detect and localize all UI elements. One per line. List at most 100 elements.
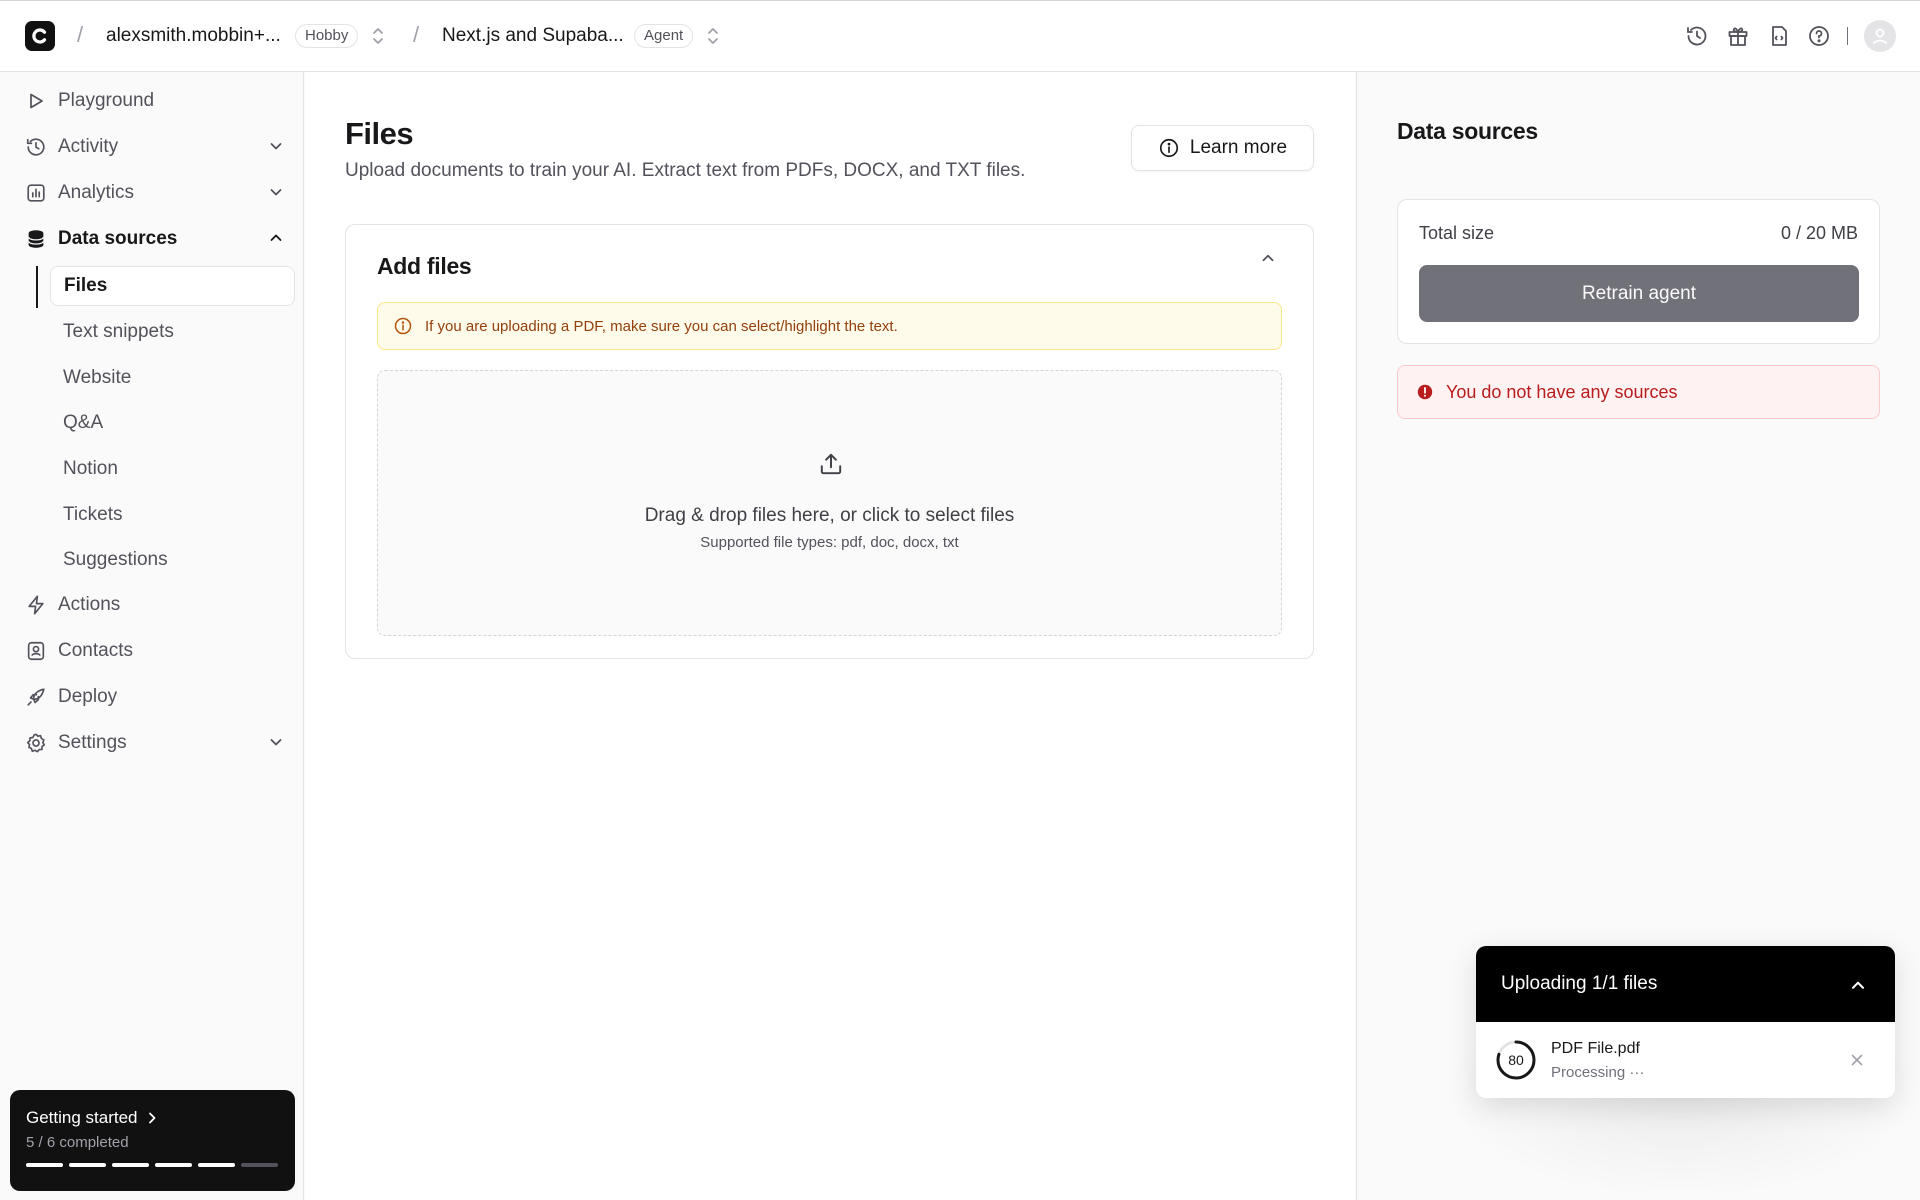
sidebar-item-data-sources[interactable]: Data sources [24, 221, 284, 257]
contact-icon [24, 639, 48, 663]
no-sources-alert: You do not have any sources [1397, 365, 1880, 419]
chevron-up-icon[interactable] [1259, 249, 1277, 267]
gear-icon [24, 731, 48, 755]
total-size-card: Total size 0 / 20 MB Retrain agent [1397, 199, 1880, 344]
plan-badge: Hobby [295, 24, 359, 48]
sidebar-subitem-website[interactable]: Website [50, 358, 295, 398]
sidebar-item-settings[interactable]: Settings [24, 725, 284, 761]
sidebar-item-playground[interactable]: Playground [24, 83, 284, 119]
sidebar-item-label: Contacts [58, 640, 133, 661]
help-icon[interactable] [1805, 22, 1833, 50]
bolt-icon [24, 593, 48, 617]
progress-segment [155, 1163, 192, 1167]
sidebar: Playground Activity Analytics Data sourc… [0, 72, 304, 1200]
info-icon [394, 317, 412, 335]
learn-more-button[interactable]: Learn more [1131, 125, 1314, 171]
page-description: Upload documents to train your AI. Extra… [345, 160, 1026, 181]
top-bar: / alexsmith.mobbin+... Hobby / Next.js a… [0, 0, 1920, 72]
chevron-up-icon[interactable] [1849, 976, 1867, 994]
history-icon [24, 135, 48, 159]
getting-started-progress: 5 / 6 completed [26, 1134, 129, 1151]
pdf-warning: If you are uploading a PDF, make sure yo… [377, 302, 1282, 350]
sidebar-subitem-suggestions[interactable]: Suggestions [50, 540, 295, 580]
changelog-icon[interactable] [1683, 22, 1711, 50]
learn-more-label: Learn more [1189, 137, 1288, 158]
sidebar-item-label: Playground [58, 90, 155, 111]
panel-title: Data sources [1397, 118, 1538, 144]
alert-text: You do not have any sources [1446, 381, 1678, 402]
upload-header-label: Uploading 1/1 files [1501, 973, 1658, 994]
progress-segment [26, 1163, 63, 1167]
progress-segment [112, 1163, 149, 1167]
close-icon[interactable] [1849, 1052, 1865, 1068]
sidebar-subitem-tickets[interactable]: Tickets [50, 495, 295, 535]
chevron-down-icon[interactable] [268, 184, 284, 200]
sidebar-item-label: Deploy [58, 686, 118, 707]
chevron-right-icon [148, 1112, 155, 1124]
sidebar-item-contacts[interactable]: Contacts [24, 633, 284, 669]
warning-text: If you are uploading a PDF, make sure yo… [425, 317, 898, 335]
sidebar-item-activity[interactable]: Activity [24, 129, 284, 165]
docs-icon[interactable] [1765, 22, 1793, 50]
upload-header[interactable]: Uploading 1/1 files [1476, 946, 1895, 1022]
chevron-down-icon[interactable] [268, 734, 284, 750]
total-size-value: 0 / 20 MB [1780, 223, 1858, 243]
database-icon [24, 227, 48, 251]
sidebar-item-label: Analytics [58, 182, 135, 203]
sidebar-item-label: Settings [58, 732, 127, 753]
project-switcher-icon[interactable] [706, 26, 720, 46]
info-icon [1159, 138, 1178, 158]
upload-file-row: 80 PDF File.pdf Processing ··· [1476, 1022, 1895, 1098]
main-content: Files Upload documents to train your AI.… [305, 72, 1355, 1200]
progress-segment [241, 1163, 278, 1167]
sidebar-item-label: Activity [58, 136, 119, 157]
file-name: PDF File.pdf [1551, 1039, 1640, 1057]
chart-icon [24, 181, 48, 205]
sidebar-item-analytics[interactable]: Analytics [24, 175, 284, 211]
file-status: Processing ··· [1551, 1063, 1645, 1081]
alert-icon [1417, 384, 1433, 400]
upload-icon [818, 451, 844, 477]
chevron-up-icon[interactable] [268, 230, 284, 246]
project-name[interactable]: Next.js and Supaba... [442, 25, 624, 47]
sidebar-item-actions[interactable]: Actions [24, 587, 284, 623]
getting-started-label: Getting started [26, 1108, 138, 1127]
workspace-name[interactable]: alexsmith.mobbin+... [106, 25, 281, 47]
progress-segment [69, 1163, 106, 1167]
total-size-label: Total size [1419, 223, 1495, 243]
file-info: PDF File.pdf Processing ··· [1551, 1040, 1644, 1081]
sidebar-subitem-qa[interactable]: Q&A [50, 403, 295, 443]
active-indicator [36, 266, 38, 308]
sidebar-subitem-files[interactable]: Files [50, 266, 295, 306]
project-badge: Agent [634, 24, 694, 48]
add-files-card: Add files If you are uploading a PDF, ma… [345, 224, 1314, 659]
getting-started-title: Getting started [26, 1108, 279, 1128]
avatar[interactable] [1864, 20, 1896, 52]
sidebar-item-label: Actions [58, 594, 121, 615]
upload-progress-panel: Uploading 1/1 files 80 PDF File.pdf Proc… [1476, 946, 1895, 1098]
rocket-icon [24, 685, 48, 709]
app-logo[interactable] [25, 21, 55, 51]
sidebar-item-label: Data sources [58, 228, 178, 249]
chevron-down-icon[interactable] [268, 138, 284, 154]
card-title: Add files [377, 253, 472, 279]
progress-value: 80 [1508, 1052, 1524, 1068]
sidebar-subitem-notion[interactable]: Notion [50, 449, 295, 489]
sidebar-item-deploy[interactable]: Deploy [24, 679, 284, 715]
retrain-agent-button[interactable]: Retrain agent [1419, 265, 1859, 322]
breadcrumb-separator: / [77, 22, 84, 47]
breadcrumb-separator: / [413, 22, 420, 47]
file-dropzone[interactable]: Drag & drop files here, or click to sele… [377, 370, 1282, 636]
workspace-switcher-icon[interactable] [371, 26, 385, 46]
divider [1847, 27, 1848, 45]
play-icon [24, 89, 48, 113]
upload-progress-ring: 80 [1495, 1039, 1537, 1081]
dropzone-subtitle: Supported file types: pdf, doc, docx, tx… [700, 534, 959, 551]
progress-segments [26, 1163, 279, 1167]
dropzone-title: Drag & drop files here, or click to sele… [644, 505, 1015, 526]
gift-icon[interactable] [1724, 22, 1752, 50]
progress-segment [198, 1163, 235, 1167]
page-title: Files [345, 116, 414, 151]
getting-started-card[interactable]: Getting started 5 / 6 completed [10, 1090, 295, 1191]
sidebar-subitem-text-snippets[interactable]: Text snippets [50, 312, 295, 352]
